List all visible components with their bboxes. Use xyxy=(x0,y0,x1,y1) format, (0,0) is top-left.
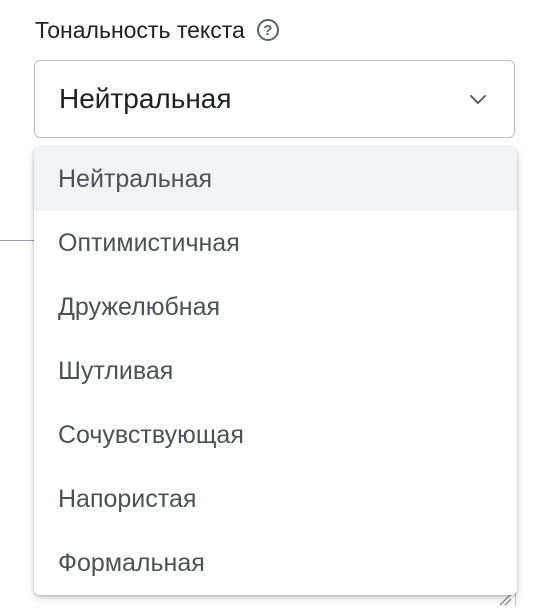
dropdown-option-assertive[interactable]: Напористая xyxy=(34,467,517,531)
chevron-down-icon xyxy=(468,89,488,109)
field-label-row: Тональность текста ? xyxy=(35,15,279,45)
tone-select[interactable]: Нейтральная xyxy=(34,60,515,138)
dropdown-option-playful[interactable]: Шутливая xyxy=(34,339,517,403)
question-circle-icon[interactable]: ? xyxy=(256,19,279,41)
tone-label: Тональность текста xyxy=(35,16,245,43)
dropdown-option-empathetic[interactable]: Сочувствующая xyxy=(34,403,517,467)
tone-dropdown-menu: Нейтральная Оптимистичная Дружелюбная Шу… xyxy=(34,147,517,595)
dropdown-option-neutral[interactable]: Нейтральная xyxy=(34,147,517,211)
dropdown-option-optimistic[interactable]: Оптимистичная xyxy=(34,211,517,275)
dropdown-option-formal[interactable]: Формальная xyxy=(34,531,517,595)
tone-select-value: Нейтральная xyxy=(59,83,232,114)
dropdown-option-friendly[interactable]: Дружелюбная xyxy=(34,275,517,339)
